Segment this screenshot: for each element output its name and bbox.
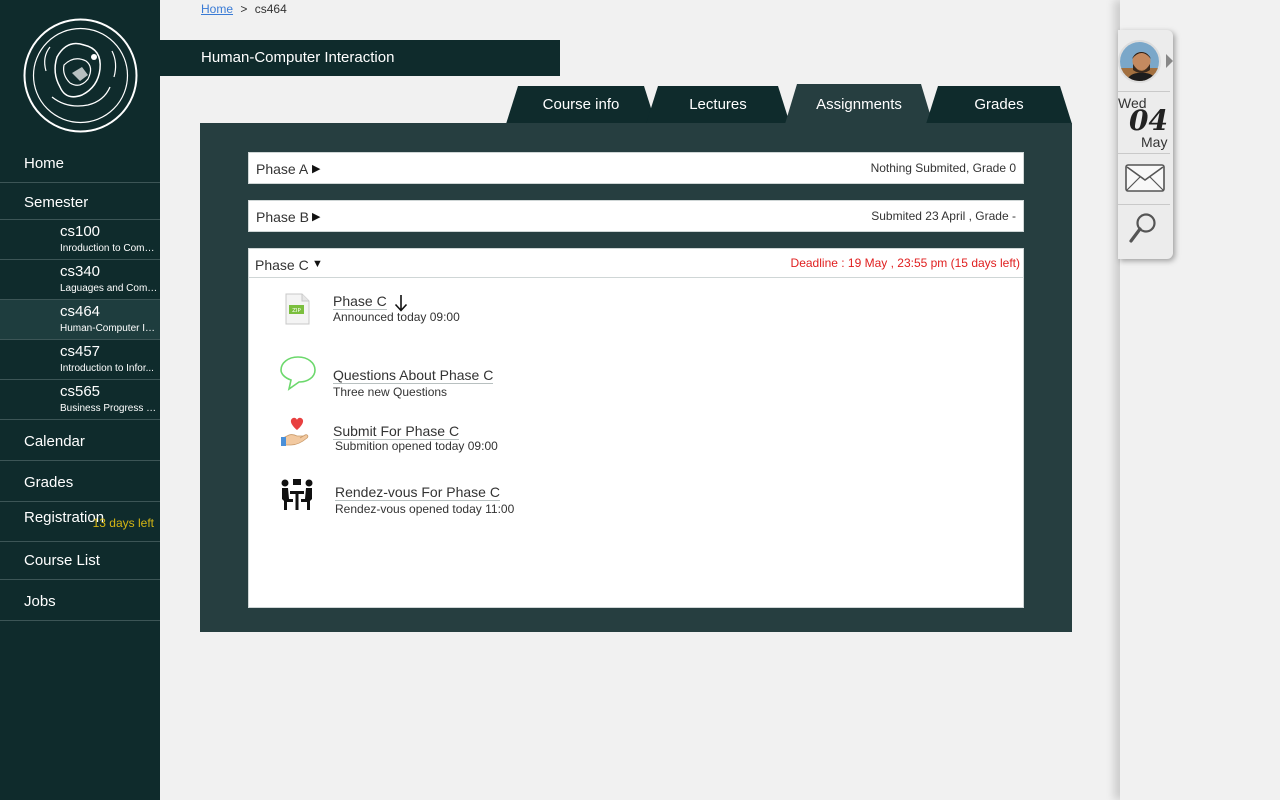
sidebar-item-calendar[interactable]: Calendar (0, 420, 160, 461)
collapse-arrow-icon: ▼ (312, 258, 323, 270)
widget-divider (1118, 91, 1170, 92)
sidebar-course-cs464[interactable]: cs464 Human-Computer In... (0, 300, 160, 340)
widget-divider (1118, 204, 1170, 205)
deadline-text: Deadline : 19 May , 23:55 pm (15 days le… (790, 256, 1020, 270)
phase-a-row[interactable]: Phase A ▶ Nothing Submited, Grade 0 (248, 152, 1024, 184)
sidebar-item-registration[interactable]: Registration 13 days left (0, 502, 160, 542)
sidebar-item-home[interactable]: Home (0, 145, 160, 183)
course-name: Laguages and Compi... (60, 283, 158, 294)
university-seal-logo[interactable] (22, 17, 139, 134)
phase-status: Submited 23 April , Grade - (871, 209, 1016, 223)
questions-link[interactable]: Questions About Phase C (333, 367, 494, 384)
course-name: Business Progress M... (60, 403, 158, 414)
zip-file-icon: ZIP (285, 293, 310, 325)
sidebar-course-cs565[interactable]: cs565 Business Progress M... (0, 380, 160, 420)
sidebar-item-course-list[interactable]: Course List (0, 542, 160, 580)
assignments-panel: Phase A ▶ Nothing Submited, Grade 0 Phas… (200, 123, 1072, 632)
phase-title: Phase A (256, 161, 309, 177)
sidebar-item-semester[interactable]: Semester (0, 183, 160, 220)
page-title: Human-Computer Interaction (160, 40, 560, 76)
course-code: cs100 (60, 223, 101, 240)
breadcrumb: Home > cs464 (201, 2, 287, 16)
sidebar: Home Semester cs100 Inroduction to Comp.… (0, 0, 160, 800)
sidebar-course-cs457[interactable]: cs457 Introduction to Infor... (0, 340, 160, 380)
sidebar-course-cs340[interactable]: cs340 Laguages and Compi... (0, 260, 160, 300)
svg-text:ZIP: ZIP (292, 308, 301, 314)
item-subtitle: Announced today 09:00 (333, 310, 460, 324)
date-month: May (1141, 134, 1168, 150)
breadcrumb-current: cs464 (254, 2, 287, 16)
assignment-item-submit: Submit For Phase C Submition opened toda… (279, 416, 579, 456)
assignment-item-phase-c-file: ZIP Phase C Announced today 09:00 (279, 293, 579, 333)
sidebar-item-jobs[interactable]: Jobs (0, 580, 160, 621)
phase-title: Phase B (256, 209, 309, 225)
course-code: cs464 (60, 303, 101, 320)
submit-link[interactable]: Submit For Phase C (333, 423, 460, 440)
search-icon[interactable] (1128, 212, 1158, 244)
tab-lectures[interactable]: Lectures (646, 86, 790, 124)
course-code: cs340 (60, 263, 101, 280)
registration-days-left: 13 days left (92, 516, 154, 530)
phase-c-header[interactable]: Phase C ▼ Deadline : 19 May , 23:55 pm (… (249, 249, 1023, 278)
tab-course-info[interactable]: Course info (506, 86, 656, 124)
expand-arrow-icon: ▶ (312, 211, 321, 223)
date-number: 04 (1129, 104, 1168, 137)
phase-c-section: Phase C ▼ Deadline : 19 May , 23:55 pm (… (248, 248, 1024, 608)
breadcrumb-separator: > (240, 2, 248, 16)
avatar-menu-arrow-icon[interactable] (1166, 54, 1173, 68)
phase-c-file-link[interactable]: Phase C (333, 293, 387, 310)
item-subtitle: Rendez-vous opened today 11:00 (335, 502, 515, 516)
course-name: Introduction to Infor... (60, 363, 154, 374)
item-subtitle: Submition opened today 09:00 (335, 439, 498, 453)
phase-status: Nothing Submited, Grade 0 (870, 161, 1016, 175)
widget-divider (1118, 153, 1170, 154)
meeting-icon (281, 479, 313, 510)
assignment-item-rendezvous: Rendez-vous For Phase C Rendez-vous open… (279, 477, 579, 517)
course-code: cs457 (60, 343, 101, 360)
phase-b-row[interactable]: Phase B ▶ Submited 23 April , Grade - (248, 200, 1024, 232)
sidebar-item-grades[interactable]: Grades (0, 461, 160, 502)
breadcrumb-home-link[interactable]: Home (201, 2, 233, 16)
course-name: Human-Computer In... (60, 323, 158, 334)
speech-bubble-icon (280, 356, 316, 391)
heart-hand-icon (281, 417, 309, 446)
course-name: Inroduction to Comp... (60, 243, 158, 254)
rendezvous-link[interactable]: Rendez-vous For Phase C (335, 484, 500, 501)
tab-assignments[interactable]: Assignments (785, 84, 933, 124)
sidebar-course-cs100[interactable]: cs100 Inroduction to Comp... (0, 220, 160, 260)
assignment-item-questions: Questions About Phase C Three new Questi… (279, 355, 579, 399)
user-avatar[interactable] (1118, 40, 1161, 83)
mail-icon[interactable] (1125, 164, 1165, 192)
item-subtitle: Three new Questions (333, 385, 448, 399)
course-code: cs565 (60, 383, 101, 400)
phase-title: Phase C (255, 257, 309, 273)
expand-arrow-icon: ▶ (312, 163, 321, 175)
tab-grades[interactable]: Grades (926, 86, 1072, 124)
